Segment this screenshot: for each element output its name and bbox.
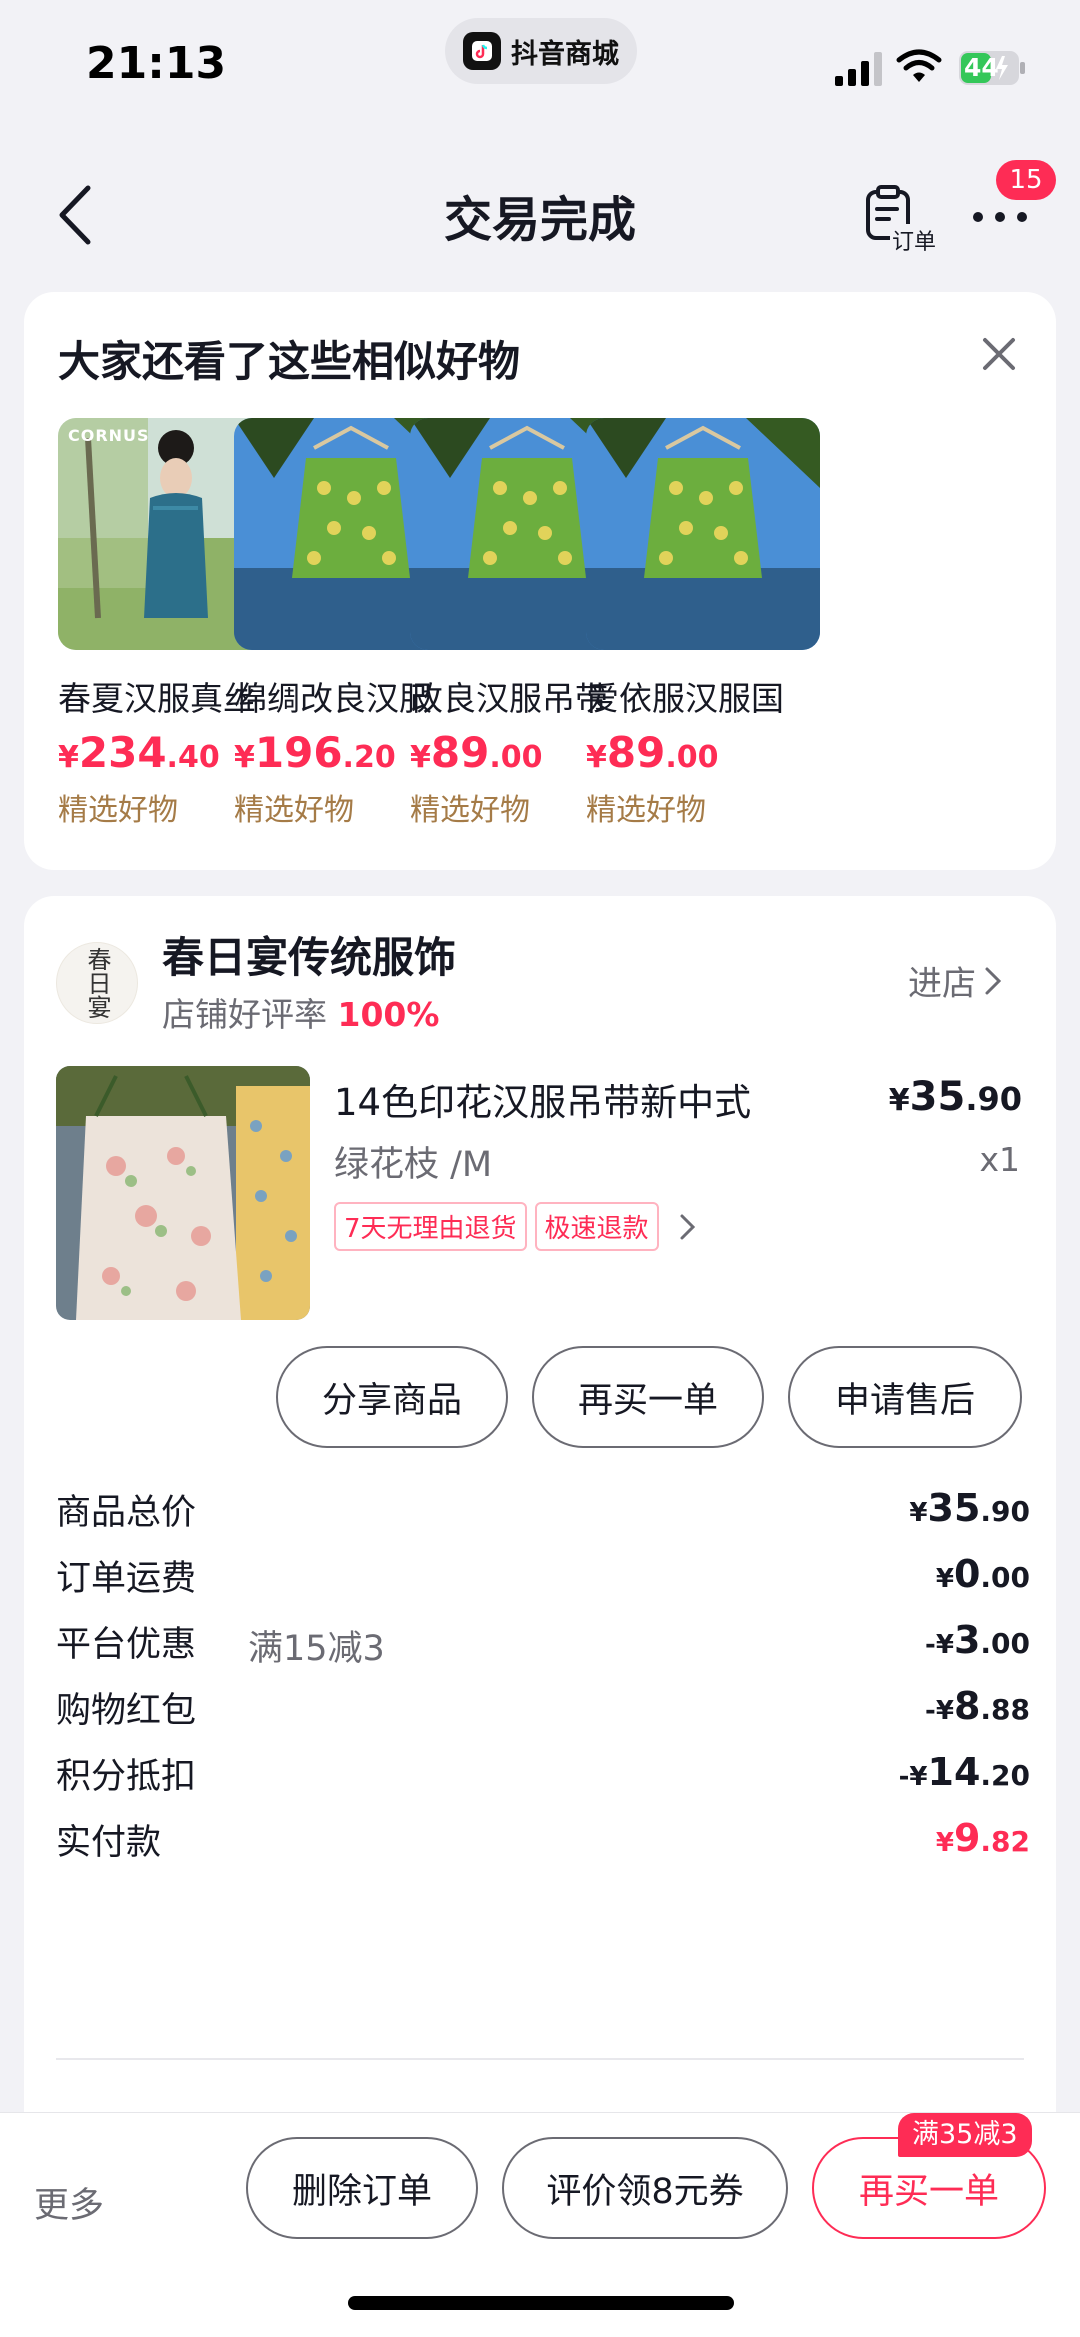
fee-label: 平台优惠 bbox=[56, 1625, 197, 1665]
divider bbox=[56, 2058, 1024, 2060]
more-dots-icon[interactable] bbox=[970, 202, 1030, 232]
fee-label: 购物红包 bbox=[56, 1691, 197, 1731]
enter-shop-link[interactable]: 进店 bbox=[908, 956, 1002, 1005]
product-spec: 绿花枝 /M bbox=[334, 1145, 493, 1185]
order-label: 订单 bbox=[890, 224, 939, 256]
shop-rating-value: 100% bbox=[337, 995, 440, 1034]
fee-row-paid: 实付款 ¥9.82 bbox=[56, 1814, 1046, 1874]
similar-items-list: CORNUS 春夏汉服真丝 ¥234.40 精选好物 棉绸改良汉服 ¥196.2… bbox=[58, 418, 1056, 858]
similar-item-tag: 精选好物 bbox=[586, 793, 706, 828]
close-icon[interactable] bbox=[979, 334, 1019, 374]
service-tags[interactable]: 7天无理由退货 极速退款 bbox=[334, 1202, 699, 1251]
promo-badge: 满35减3 bbox=[898, 2113, 1032, 2157]
fee-label: 商品总价 bbox=[56, 1493, 197, 1533]
notification-badge: 15 bbox=[996, 160, 1056, 200]
douyin-logo-icon bbox=[463, 32, 501, 70]
service-tag: 极速退款 bbox=[534, 1202, 659, 1251]
similar-item[interactable]: 爱依服汉服国 ¥89.00 精选好物 bbox=[586, 418, 820, 829]
similar-items-card: 大家还看了这些相似好物 CORNUS 春夏汉服真丝 ¥234.40 精选好物 棉… bbox=[24, 292, 1056, 870]
home-indicator bbox=[348, 2296, 734, 2310]
fee-row-subtotal: 商品总价 ¥35.90 bbox=[56, 1484, 1046, 1544]
product-price: ¥35.90 bbox=[888, 1074, 1022, 1120]
app-pill-label: 抖音商城 bbox=[511, 38, 619, 70]
fee-value: ¥35.90 bbox=[909, 1486, 1030, 1530]
service-tag: 7天无理由退货 bbox=[334, 1202, 527, 1251]
fee-row-red-packet: 购物红包 -¥8.88 bbox=[56, 1682, 1046, 1742]
enter-shop-label: 进店 bbox=[908, 964, 976, 1004]
battery-icon: 44 bbox=[958, 50, 1026, 86]
fee-row-points: 积分抵扣 -¥14.20 bbox=[56, 1748, 1046, 1808]
order-button[interactable]: 订单 bbox=[858, 180, 948, 260]
fee-label: 订单运费 bbox=[56, 1559, 197, 1599]
chevron-right-icon bbox=[680, 1214, 695, 1239]
fee-value: -¥3.00 bbox=[925, 1618, 1030, 1662]
similar-item-price: ¥89.00 bbox=[586, 728, 719, 777]
nav-bar: 交易完成 订单 15 bbox=[0, 150, 1080, 280]
ordered-product-image[interactable] bbox=[56, 1066, 310, 1320]
product-quantity: x1 bbox=[979, 1140, 1020, 1179]
more-link[interactable]: 更多 bbox=[34, 2177, 104, 2228]
shop-avatar[interactable]: 春日宴 bbox=[56, 942, 138, 1024]
shop-rating-label: 店铺好评率 bbox=[162, 995, 327, 1034]
shop-avatar-text: 春日宴 bbox=[83, 947, 111, 1019]
status-time: 21:13 bbox=[86, 38, 227, 89]
battery-level: 44 bbox=[964, 53, 999, 82]
app-pill[interactable]: 抖音商城 bbox=[445, 18, 637, 84]
fee-sublabel: 满15减3 bbox=[248, 1629, 385, 1669]
chevron-right-icon bbox=[985, 967, 1002, 994]
cellular-signal-icon bbox=[835, 52, 882, 86]
status-bar: 21:13 抖音商城 44 bbox=[0, 0, 1080, 130]
after-sale-button[interactable]: 申请售后 bbox=[788, 1346, 1022, 1448]
fee-label: 积分抵扣 bbox=[56, 1757, 197, 1797]
shop-name[interactable]: 春日宴传统服饰 bbox=[162, 924, 456, 985]
delete-order-button[interactable]: 删除订单 bbox=[246, 2137, 478, 2239]
fee-row-shipping: 订单运费 ¥0.00 bbox=[56, 1550, 1046, 1610]
fee-value: -¥8.88 bbox=[925, 1684, 1030, 1728]
fee-label: 实付款 bbox=[56, 1823, 162, 1863]
review-coupon-button[interactable]: 评价领8元券 bbox=[502, 2137, 788, 2239]
fee-value: -¥14.20 bbox=[898, 1750, 1030, 1794]
product-title[interactable]: 14色印花汉服吊带新中式 bbox=[334, 1072, 751, 1126]
similar-items-title: 大家还看了这些相似好物 bbox=[58, 337, 521, 386]
fee-row-platform-discount: 平台优惠 满15减3 -¥3.00 bbox=[56, 1616, 1046, 1676]
fee-value: ¥0.00 bbox=[935, 1552, 1030, 1596]
product-image bbox=[586, 418, 820, 650]
wifi-icon bbox=[896, 49, 942, 82]
fee-value: ¥9.82 bbox=[935, 1816, 1030, 1860]
similar-item-name: 爱依服汉服国 bbox=[586, 679, 784, 718]
image-watermark: CORNUS bbox=[68, 426, 150, 445]
buy-again-button[interactable]: 再买一单 bbox=[532, 1346, 764, 1448]
shop-rating: 店铺好评率 100% bbox=[162, 988, 439, 1036]
share-product-button[interactable]: 分享商品 bbox=[276, 1346, 508, 1448]
